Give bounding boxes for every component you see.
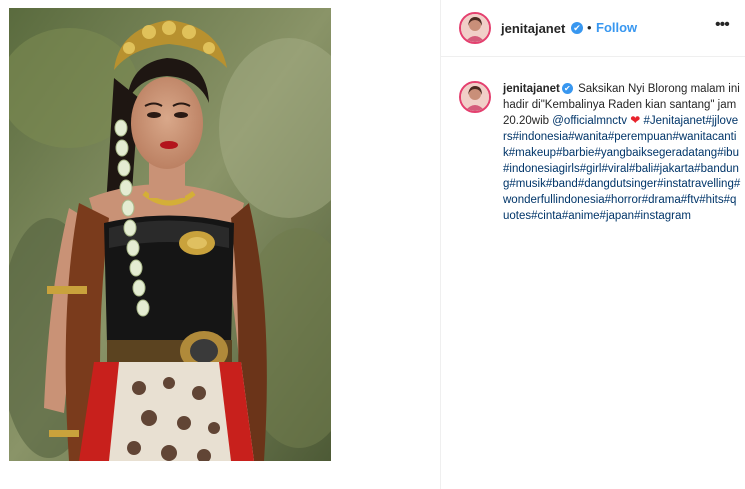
hashtag-link[interactable]: #instagram xyxy=(634,210,691,222)
hashtag-link[interactable]: #barbie xyxy=(556,147,594,159)
hashtag-link[interactable]: #ibu xyxy=(717,147,739,159)
caption-username[interactable]: jenitajanet xyxy=(503,83,560,95)
avatar-image xyxy=(461,83,489,111)
hashtag-link[interactable]: #makeup xyxy=(509,147,556,159)
verified-badge-icon: ✔ xyxy=(571,22,583,34)
hashtag-link[interactable]: #hits xyxy=(699,194,723,206)
hashtag-link[interactable]: #bali xyxy=(629,163,653,175)
heart-emoji-icon: ❤ xyxy=(630,113,641,128)
follow-button[interactable]: Follow xyxy=(596,20,637,35)
hashtag-link[interactable]: #instatravelling xyxy=(657,178,734,190)
hashtag-list: #Jenitajanet#jjlovers#indonesia#wanita#p… xyxy=(503,115,740,221)
post-header: jenitajanet ✔ • Follow ••• xyxy=(441,0,745,57)
hashtag-link[interactable]: #band xyxy=(546,178,578,190)
hashtag-link[interactable]: #musik xyxy=(509,178,545,190)
hashtag-link[interactable]: #wanita xyxy=(568,131,608,143)
post-photo[interactable] xyxy=(9,8,331,461)
hashtag-link[interactable]: #perempuan xyxy=(608,131,673,143)
more-options-icon[interactable]: ••• xyxy=(715,16,730,34)
hashtag-link[interactable]: #dangdutsinger xyxy=(578,178,657,190)
hashtag-link[interactable]: #drama xyxy=(642,194,681,206)
caption-avatar[interactable] xyxy=(459,81,491,113)
hashtag-link[interactable]: #anime xyxy=(562,210,600,222)
hashtag-link[interactable]: #Jenitajanet xyxy=(643,115,705,127)
hashtag-link[interactable]: #ftv xyxy=(681,194,700,206)
avatar-image xyxy=(461,14,489,42)
hashtag-link[interactable]: #viral xyxy=(601,163,628,175)
profile-avatar[interactable] xyxy=(459,12,491,44)
hashtag-link[interactable]: #girl xyxy=(580,163,602,175)
hashtag-link[interactable]: #jakarta xyxy=(653,163,694,175)
separator-dot: • xyxy=(587,20,592,35)
hashtag-link[interactable]: #indonesiagirls xyxy=(503,163,580,175)
hashtag-link[interactable]: #cinta xyxy=(531,210,562,222)
post-details-panel: jenitajanet ✔ • Follow ••• jenitajanet ✔ … xyxy=(440,0,745,489)
header-username[interactable]: jenitajanet xyxy=(501,21,565,36)
hashtag-link[interactable]: #indonesia xyxy=(513,131,569,143)
hashtag-link[interactable]: #yangbaiksegeradatang xyxy=(594,147,717,159)
hashtag-link[interactable]: #japan xyxy=(600,210,635,222)
verified-badge-icon: ✔ xyxy=(561,83,573,95)
hashtag-link[interactable]: #horror xyxy=(605,194,642,206)
post-caption: jenitajanet ✔ Saksikan Nyi Blorong malam … xyxy=(503,82,741,224)
photo-woman-javanese-costume xyxy=(9,8,331,461)
mention-link[interactable]: @officialmnctv xyxy=(552,115,627,127)
